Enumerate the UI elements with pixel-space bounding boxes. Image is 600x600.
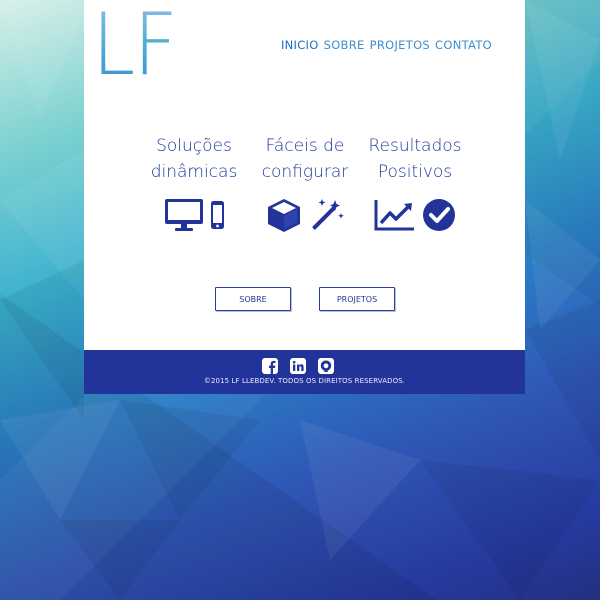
feature-title-line1: Fáceis de — [265, 136, 345, 156]
cube-icon — [266, 197, 302, 233]
nav-inicio[interactable]: INICIO — [281, 38, 319, 52]
line-chart-icon — [374, 198, 416, 232]
copyright-text: ©2015 LF LLEBDEV. TODOS OS DIREITOS RESE… — [203, 377, 406, 385]
feature-title-line2: Positivos — [377, 162, 453, 182]
feature-title-line1: Soluções — [156, 136, 232, 156]
social-links — [262, 358, 334, 374]
desktop-icon — [164, 198, 204, 232]
top-nav: INICIO SOBRE PROJETOS CONTATO — [281, 38, 492, 52]
page-container: LF INICIO SOBRE PROJETOS CONTATO Soluçõe… — [84, 0, 525, 394]
feature-title-line2: dinâmicas — [150, 162, 238, 182]
sobre-button[interactable]: SOBRE — [215, 287, 291, 311]
feature-title-line2: configurar — [261, 162, 349, 182]
feature-solucoes: Soluções dinâmicas — [139, 133, 249, 231]
linkedin-icon[interactable] — [290, 358, 306, 374]
mobile-icon — [210, 200, 225, 230]
feature-faceis: Fáceis de configurar — [250, 133, 360, 232]
footer: ©2015 LF LLEBDEV. TODOS OS DIREITOS RESE… — [84, 350, 525, 394]
github-icon[interactable] — [318, 358, 334, 374]
check-circle-icon — [422, 198, 456, 232]
nav-projetos[interactable]: PROJETOS — [370, 38, 430, 52]
feature-resultados: Resultados Positivos — [360, 133, 470, 231]
magic-wand-icon — [308, 197, 344, 233]
nav-contato[interactable]: CONTATO — [435, 38, 492, 52]
feature-title-line1: Resultados — [368, 136, 462, 156]
feature-icons — [250, 197, 360, 233]
nav-sobre[interactable]: SOBRE — [324, 38, 365, 52]
feature-icons — [360, 197, 470, 233]
feature-icons — [139, 197, 249, 233]
projetos-button[interactable]: PROJETOS — [319, 287, 395, 311]
logo[interactable]: LF — [92, 2, 178, 88]
facebook-icon[interactable] — [262, 358, 278, 374]
